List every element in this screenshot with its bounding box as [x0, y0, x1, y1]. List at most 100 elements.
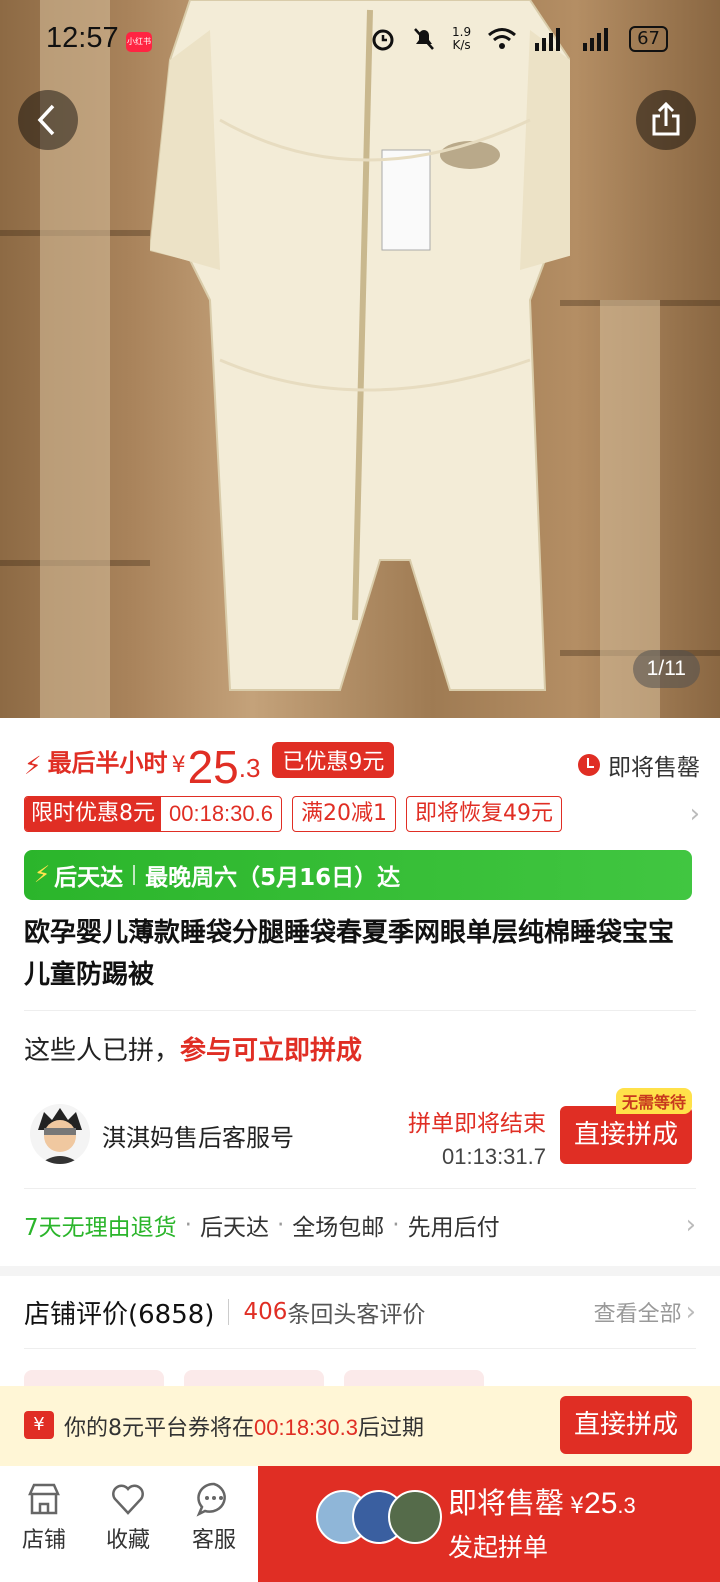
group-buy-heading-highlight: 参与可立即拼成	[180, 1036, 363, 1066]
promo-tag: 即将恢复49元	[405, 796, 562, 832]
group-user-name: 淇淇妈售后客服号	[102, 1124, 294, 1152]
view-all-reviews-link[interactable]: 查看全部	[594, 1296, 682, 1328]
separator-dot: ·	[184, 1212, 192, 1238]
group-ending-label: 拼单即将结束	[408, 1111, 546, 1137]
coupon-prefix: 你的8元平台券将在	[64, 1416, 254, 1441]
store-reviews-header[interactable]: 店铺评价(6858) 406 条回头客评价 查看全部 ›	[24, 1292, 696, 1332]
chevron-right-icon[interactable]: ›	[690, 799, 700, 829]
product-image-gallery[interactable]: 12:57 小红书 1.9 K/s 67 1/11	[0, 0, 720, 718]
status-time: 12:57	[46, 22, 119, 54]
group-buy-item[interactable]: 淇淇妈售后客服号 拼单即将结束 01:13:31.7 直接拼成 无需等待	[24, 1088, 692, 1180]
no-wait-badge: 无需等待	[615, 1088, 692, 1114]
product-title: 欧孕婴儿薄款睡袋分腿睡袋春夏季网眼单层纯棉睡袋宝宝儿童防踢被	[24, 918, 675, 990]
share-button[interactable]	[636, 90, 696, 150]
discount-tag: 已优惠9元	[272, 742, 395, 778]
guarantee-item: 全场包邮	[292, 1215, 385, 1241]
network-speed-unit: K/s	[452, 38, 471, 52]
divider	[24, 1010, 696, 1011]
price-row: ⚡ 最后半小时 ¥ 25 .3 已优惠9元 即将售罄	[24, 736, 700, 790]
divider	[24, 1348, 696, 1349]
network-speed: 1.9 K/s	[452, 26, 471, 52]
delivery-banner[interactable]: ⚡ 后天达 最晚周六（5月16日）达	[24, 850, 692, 900]
status-bar: 12:57 小红书 1.9 K/s 67	[0, 0, 720, 84]
lightning-icon: ⚡	[34, 862, 51, 888]
status-icons: 1.9 K/s 67	[370, 26, 668, 52]
divider	[133, 865, 136, 885]
buy-action-label: 发起拼单	[448, 1533, 549, 1562]
delivery-eta: 最晚周六（5月16日）达	[145, 865, 401, 891]
group-buy-heading-text: 这些人已拼，	[24, 1036, 181, 1066]
separator-dot: ·	[276, 1212, 285, 1238]
stock-status-label: 即将售罄	[608, 755, 700, 781]
promo-tag: 满20减1	[291, 796, 396, 832]
avatar	[30, 1104, 90, 1164]
image-counter: 1/11	[632, 650, 700, 688]
participant-avatars	[316, 1490, 446, 1546]
app-notification-badge: 小红书	[126, 32, 152, 52]
user-avatar-image	[38, 1108, 82, 1164]
customer-service-tab-label: 客服	[191, 1528, 236, 1553]
reviews-label: 店铺评价(6858)	[24, 1299, 215, 1330]
coupon-suffix: 后过期	[357, 1416, 424, 1441]
mute-icon	[414, 28, 434, 50]
start-group-buy-button[interactable]: 即将售罄 ¥25.3 发起拼单	[258, 1466, 720, 1582]
limited-discount-tag: 限时优惠8元 00:18:30.6	[24, 796, 282, 832]
store-tab-label: 店铺	[21, 1528, 66, 1553]
store-tab[interactable]: 店铺	[4, 1480, 84, 1554]
lightning-icon: ⚡	[24, 751, 42, 780]
chat-icon	[196, 1482, 226, 1517]
signal-icon	[535, 28, 561, 51]
alarm-icon	[372, 29, 394, 51]
coupon-expiry-text: 你的8元平台券将在00:18:30.3后过期	[64, 1410, 424, 1442]
repeat-customer-text: 条回头客评价	[287, 1302, 426, 1328]
coupon-join-button[interactable]: 直接拼成	[560, 1396, 692, 1454]
guarantee-item: 先用后付	[407, 1215, 500, 1241]
chevron-left-icon	[37, 104, 55, 136]
coupon-icon: ¥	[24, 1411, 54, 1439]
favorite-tab-label: 收藏	[105, 1528, 150, 1553]
clock-icon	[578, 754, 600, 776]
delivery-brand: 后天达	[54, 865, 124, 891]
share-icon	[652, 101, 680, 136]
urgency-label: 最后半小时	[47, 749, 168, 777]
price-decimal: .3	[238, 753, 261, 783]
buy-price-integer: 25	[584, 1487, 618, 1520]
buy-button-status-line: 即将售罄 ¥25.3	[448, 1480, 636, 1522]
sleep-sack-garment	[150, 0, 570, 691]
favorite-tab[interactable]: 收藏	[88, 1480, 168, 1554]
buy-price-decimal: .3	[617, 1493, 636, 1518]
promotions-row[interactable]: 限时优惠8元 00:18:30.6 满20减1 即将恢复49元 ›	[24, 795, 700, 833]
coupon-expiry-bar: ¥ 你的8元平台券将在00:18:30.3后过期 直接拼成	[0, 1386, 720, 1466]
buy-status: 即将售罄	[448, 1486, 565, 1520]
chevron-right-icon[interactable]: ›	[686, 1297, 696, 1327]
heart-icon	[112, 1484, 144, 1515]
avatar	[388, 1490, 442, 1544]
coupon-countdown: 00:18:30.3	[254, 1415, 358, 1440]
divider	[24, 1188, 696, 1189]
group-ending-countdown: 01:13:31.7	[442, 1144, 546, 1169]
battery-level: 67	[629, 26, 668, 52]
chevron-right-icon[interactable]: ›	[686, 1210, 696, 1240]
group-ending-info: 拼单即将结束 01:13:31.7	[408, 1104, 546, 1170]
buy-currency: ¥	[570, 1494, 585, 1519]
separator-dot: ·	[392, 1212, 400, 1238]
signal-icon	[583, 28, 609, 51]
network-speed-value: 1.9	[452, 25, 472, 39]
limited-discount-label: 限时优惠8元	[25, 797, 161, 831]
group-buy-heading: 这些人已拼，参与可立即拼成	[24, 1030, 362, 1067]
store-icon	[28, 1483, 60, 1515]
wifi-icon	[488, 28, 517, 49]
section-gap	[0, 1266, 720, 1276]
price-integer: 25	[187, 741, 239, 793]
stock-status: 即将售罄	[578, 748, 700, 782]
currency-symbol: ¥	[171, 753, 186, 778]
limited-discount-countdown: 00:18:30.6	[169, 801, 273, 826]
return-policy: 7天无理由退货	[24, 1215, 177, 1241]
back-button[interactable]	[18, 90, 78, 150]
join-group-button[interactable]: 直接拼成	[560, 1106, 692, 1164]
service-guarantees[interactable]: 7天无理由退货 · 后天达 · 全场包邮 · 先用后付 ›	[24, 1208, 696, 1242]
divider	[228, 1299, 230, 1325]
guarantee-item: 后天达	[199, 1215, 269, 1241]
customer-service-tab[interactable]: 客服	[174, 1480, 254, 1554]
repeat-customer-count: 406	[243, 1299, 288, 1325]
